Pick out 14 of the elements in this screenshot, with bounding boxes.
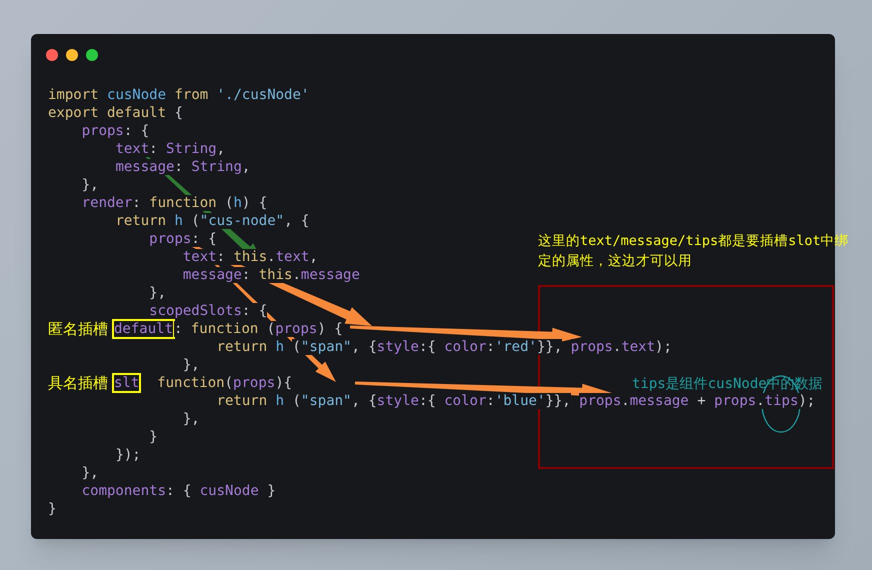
annotation-label: 具名插槽 (48, 374, 109, 392)
annotation-label: 匿名插槽 (48, 320, 109, 338)
highlighted-code: slt (112, 373, 142, 393)
code-line: text: String, (114, 140, 226, 158)
code-line: return h ("cus-node", { (114, 212, 310, 230)
code-line: import cusNode from './cusNode' (48, 86, 310, 104)
highlighted-code: default (112, 319, 176, 339)
code-line: components: { cusNode } (80, 482, 276, 500)
code-line: return h ("span", {style:{ color:'red'}}, props.text); (216, 338, 672, 356)
annotation-text: 定的属性，这边才可以用 (538, 252, 693, 271)
code-line: export default { (48, 104, 183, 122)
code-text: : function (props) { (174, 320, 343, 338)
code-line: render: function (h) { (80, 194, 268, 212)
code-line: props: { (80, 122, 150, 140)
